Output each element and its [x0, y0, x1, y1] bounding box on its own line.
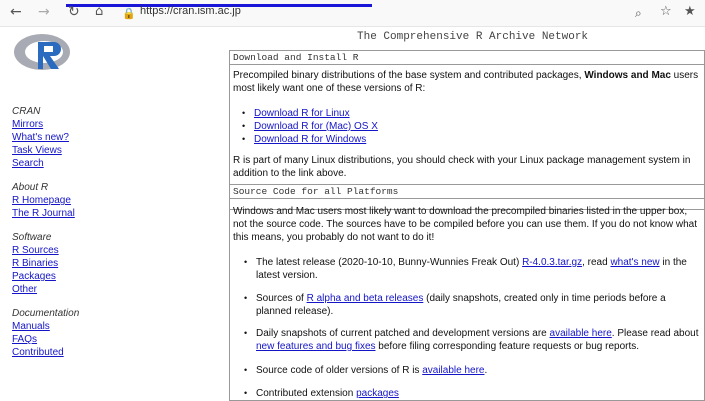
- item-text: Sources of: [256, 293, 307, 304]
- item-text: Source code of older versions of R is: [256, 365, 423, 376]
- download-intro-text: Precompiled binary distributions of the …: [233, 70, 585, 81]
- sidebar-link-r-binaries[interactable]: R Binaries: [12, 258, 58, 269]
- source-box-title: Source Code for all Platforms: [230, 185, 704, 199]
- sidebar-link-r-homepage[interactable]: R Homepage: [12, 195, 71, 206]
- address-bar[interactable]: https://cran.ism.ac.jp: [140, 5, 241, 17]
- bullet: •: [242, 108, 246, 118]
- features-bugfixes-link[interactable]: new features and bug fixes: [256, 341, 376, 352]
- lock-icon: 🔒: [122, 7, 136, 20]
- sidebar-heading-cran: CRAN: [12, 106, 41, 117]
- bullet: •: [244, 328, 248, 338]
- item-text: .: [484, 365, 488, 376]
- sidebar-link-task-views[interactable]: Task Views: [12, 145, 62, 156]
- sidebar-link-r-sources[interactable]: R Sources: [12, 245, 59, 256]
- snapshots-link[interactable]: available here: [550, 328, 612, 339]
- sidebar-link-contributed[interactable]: Contributed: [12, 347, 64, 358]
- item-text: . Please read about: [611, 328, 699, 339]
- download-mac-link[interactable]: Download R for (Mac) OS X: [254, 121, 378, 132]
- latest-tarball-link[interactable]: R-4.0.3.tar.gz: [522, 257, 582, 268]
- bullet: •: [242, 121, 246, 131]
- bullet: •: [244, 257, 248, 267]
- sidebar-heading-about: About R: [12, 182, 49, 193]
- reload-icon[interactable]: ↻: [68, 3, 80, 21]
- alpha-beta-link[interactable]: R alpha and beta releases: [307, 293, 424, 304]
- star-icon[interactable]: ☆: [660, 3, 672, 21]
- sidebar-link-mirrors[interactable]: Mirrors: [12, 119, 43, 130]
- favorites-icon[interactable]: ★: [684, 3, 696, 21]
- source-item-older: Source code of older versions of R is av…: [256, 364, 704, 377]
- main-content: The Comprehensive R Archive Network Down…: [229, 26, 705, 401]
- home-icon[interactable]: ⌂: [95, 3, 103, 21]
- source-item-latest: The latest release (2020-10-10, Bunny-Wu…: [256, 256, 704, 282]
- whats-new-link[interactable]: what's new: [610, 257, 659, 268]
- forward-icon[interactable]: →: [38, 3, 50, 21]
- download-intro: Precompiled binary distributions of the …: [233, 69, 699, 95]
- item-text: Daily snapshots of current patched and d…: [256, 328, 550, 339]
- sidebar-heading-software: Software: [12, 232, 52, 243]
- download-windows-link[interactable]: Download R for Windows: [254, 134, 366, 145]
- download-linux-link[interactable]: Download R for Linux: [254, 108, 350, 119]
- sidebar-heading-documentation: Documentation: [12, 308, 80, 319]
- source-item-alpha-beta: Sources of R alpha and beta releases (da…: [256, 292, 704, 318]
- sidebar-link-whats-new[interactable]: What's new?: [12, 132, 69, 143]
- back-icon[interactable]: ←: [10, 3, 22, 21]
- sidebar: CRAN Mirrors What's new? Task Views Sear…: [0, 26, 224, 394]
- download-box-title: Download and Install R: [230, 51, 704, 65]
- sidebar-link-manuals[interactable]: Manuals: [12, 321, 50, 332]
- item-text: The latest release (2020-10-10, Bunny-Wu…: [256, 257, 523, 268]
- sidebar-link-packages[interactable]: Packages: [12, 271, 56, 282]
- r-logo: [14, 34, 70, 70]
- bullet: •: [244, 388, 248, 398]
- download-intro-bold: Windows and Mac: [584, 70, 671, 81]
- source-intro: Windows and Mac users most likely want t…: [233, 206, 697, 243]
- source-item-snapshots: Daily snapshots of current patched and d…: [256, 327, 704, 353]
- browser-toolbar: ← → ↻ ⌂ 🔒 https://cran.ism.ac.jp ⌕ ☆ ★: [0, 0, 705, 27]
- sidebar-link-other[interactable]: Other: [12, 284, 37, 295]
- bullet: •: [242, 134, 246, 144]
- sidebar-link-r-journal[interactable]: The R Journal: [12, 208, 75, 219]
- zoom-icon[interactable]: ⌕: [635, 4, 642, 22]
- item-text: , read: [582, 257, 611, 268]
- older-versions-link[interactable]: available here: [422, 365, 484, 376]
- download-outro: R is part of many Linux distributions, y…: [233, 155, 691, 179]
- item-text: before filing corresponding feature requ…: [375, 341, 640, 352]
- page-banner: The Comprehensive R Archive Network: [357, 31, 589, 43]
- sidebar-link-faqs[interactable]: FAQs: [12, 334, 37, 345]
- bullet: •: [244, 365, 248, 375]
- sidebar-link-search[interactable]: Search: [12, 158, 44, 169]
- source-box: Source Code for all Platforms Windows an…: [229, 184, 705, 401]
- bullet: •: [244, 293, 248, 303]
